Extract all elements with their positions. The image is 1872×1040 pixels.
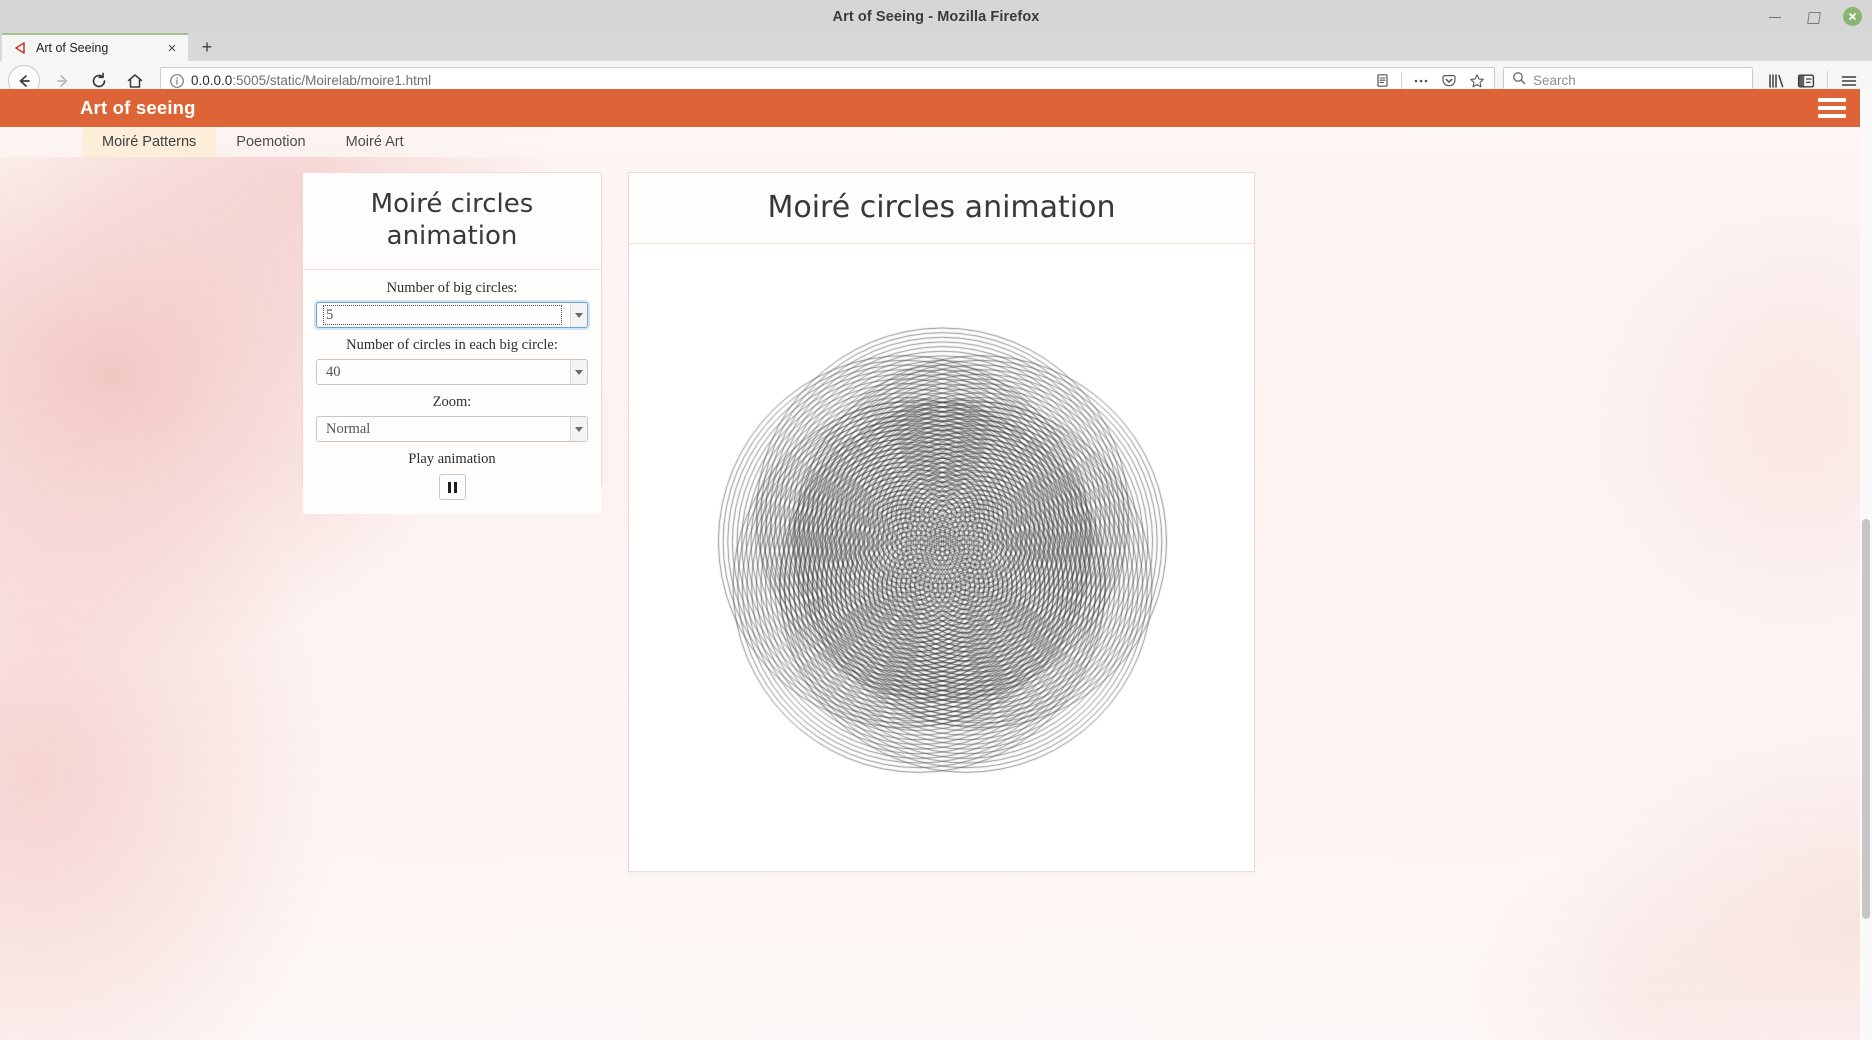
close-icon <box>1849 13 1856 20</box>
address-bar-url: 0.0.0.0:5005/static/Moirelab/moire1.html <box>191 73 1363 88</box>
field-number-of-big-circles: 5 <box>316 302 588 329</box>
controls-panel-body: Number of big circles: 5 Number of circl… <box>303 270 601 515</box>
new-tab-button[interactable]: + <box>192 33 222 61</box>
canvas-panel: Moiré circles animation <box>628 172 1255 872</box>
play-pause-button[interactable] <box>438 474 466 501</box>
moire-animation-canvas[interactable] <box>629 244 1254 864</box>
controls-panel-title: Moiré circles animation <box>370 189 534 251</box>
select-number-of-big-circles[interactable]: 5 <box>316 302 588 329</box>
chevron-down-icon[interactable] <box>570 360 587 385</box>
close-button[interactable] <box>1843 7 1862 26</box>
site-brand[interactable]: Art of seeing <box>80 97 196 119</box>
toolbar-divider <box>1401 71 1402 90</box>
maximize-button[interactable] <box>1805 9 1821 25</box>
firefox-play-triangle-icon <box>12 40 28 56</box>
page-scrollbar-thumb[interactable] <box>1862 519 1870 919</box>
controls-panel: Moiré circles animation Number of big ci… <box>302 172 602 515</box>
forward-arrow-icon <box>57 74 68 87</box>
window-title: Art of Seeing - Mozilla Firefox <box>832 8 1040 25</box>
site-header: Art of seeing <box>0 89 1872 127</box>
field-circles-in-each-big-circle: 40 <box>316 359 588 386</box>
minimize-button[interactable] <box>1767 9 1783 25</box>
pause-icon <box>447 481 457 493</box>
browser-tab-title: Art of Seeing <box>36 41 109 55</box>
select-number-of-big-circles-value: 5 <box>323 305 562 326</box>
label-circles-in-each-big-circle: Number of circles in each big circle: <box>346 337 558 354</box>
page-scrollbar[interactable] <box>1860 89 1872 1040</box>
label-number-of-big-circles: Number of big circles: <box>386 280 518 297</box>
nav-tab-moire-patterns[interactable]: Moiré Patterns <box>82 127 217 157</box>
play-animation-row <box>316 474 588 501</box>
nav-tab-poemotion[interactable]: Poemotion <box>216 127 325 157</box>
firefox-window: Art of Seeing - Mozilla Firefox Art of S… <box>0 0 1872 1040</box>
controls-panel-header: Moiré circles animation <box>303 173 601 271</box>
tab-close-icon[interactable]: × <box>164 40 180 56</box>
window-controls <box>1767 0 1862 33</box>
search-icon <box>1512 71 1526 90</box>
chevron-down-icon[interactable] <box>570 303 587 328</box>
label-zoom: Zoom: <box>432 394 472 411</box>
label-play-animation: Play animation <box>408 451 496 468</box>
select-zoom[interactable]: Normal <box>316 416 588 443</box>
site-navigation: Moiré Patterns Poemotion Moiré Art <box>0 127 1872 157</box>
chevron-down-icon[interactable] <box>570 417 587 442</box>
canvas-panel-title: Moiré circles animation <box>767 190 1116 225</box>
browser-tab[interactable]: Art of Seeing × <box>2 33 188 61</box>
window-titlebar: Art of Seeing - Mozilla Firefox <box>0 0 1872 33</box>
info-circle-icon[interactable] <box>169 73 185 89</box>
select-circles-in-each-big-circle[interactable]: 40 <box>316 359 588 386</box>
field-zoom: Normal <box>316 416 588 443</box>
browser-tabstrip: Art of Seeing × + <box>0 33 1872 61</box>
home-icon <box>127 73 143 88</box>
moire-canvas-area[interactable] <box>629 244 1254 871</box>
page-content: Moiré circles animation Number of big ci… <box>0 157 1872 1040</box>
site-hamburger-menu-icon[interactable] <box>1818 96 1846 120</box>
address-bar-host: 0.0.0.0 <box>191 73 233 88</box>
nav-tab-moire-art[interactable]: Moiré Art <box>326 127 424 157</box>
web-page: Art of seeing Moiré Patterns Poemotion M… <box>0 89 1872 1040</box>
address-bar-path: :5005/static/Moirelab/moire1.html <box>232 73 432 88</box>
select-zoom-value: Normal <box>326 420 371 437</box>
back-arrow-icon <box>19 74 30 87</box>
canvas-panel-header: Moiré circles animation <box>629 173 1254 244</box>
toolbar-divider <box>1827 70 1828 91</box>
reload-icon <box>92 72 106 87</box>
search-input[interactable]: Search <box>1533 73 1576 88</box>
select-circles-in-each-big-circle-value: 40 <box>326 363 341 380</box>
